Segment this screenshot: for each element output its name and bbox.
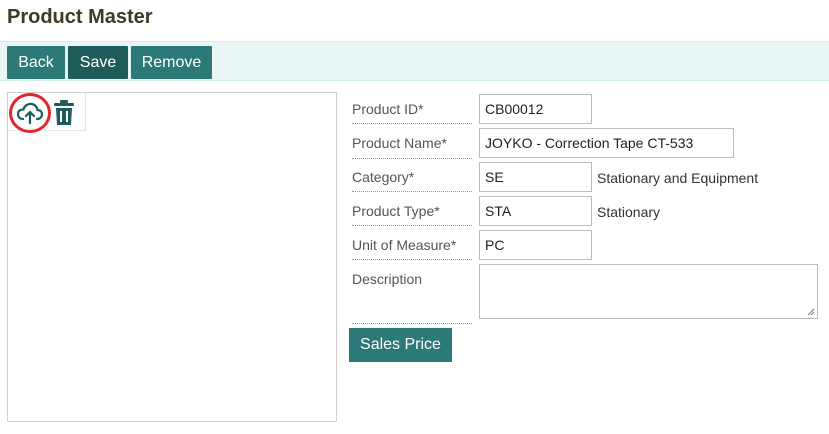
cloud-upload-icon[interactable] xyxy=(9,93,51,133)
resize-grip-icon[interactable] xyxy=(807,308,815,316)
remove-button[interactable]: Remove xyxy=(131,46,212,79)
product-id-input[interactable] xyxy=(479,94,592,124)
page-title: Product Master xyxy=(7,6,153,28)
unit-of-measure-input[interactable] xyxy=(479,230,592,260)
product-type-description: Stationary xyxy=(597,204,661,220)
sales-price-button[interactable]: Sales Price xyxy=(349,328,452,362)
category-input[interactable] xyxy=(479,162,592,192)
product-name-input[interactable] xyxy=(479,128,734,158)
product-image-panel xyxy=(7,92,337,422)
save-button[interactable]: Save xyxy=(68,46,128,79)
product-type-label: Product Type* xyxy=(352,203,472,226)
trash-icon[interactable] xyxy=(53,99,75,127)
image-actions xyxy=(8,93,86,133)
product-type-input[interactable] xyxy=(479,196,592,226)
category-label: Category* xyxy=(352,169,472,192)
unit-of-measure-label: Unit of Measure* xyxy=(352,237,472,260)
description-label: Description xyxy=(352,271,472,324)
product-name-label: Product Name* xyxy=(352,135,472,159)
category-description: Stationary and Equipment xyxy=(597,170,759,186)
toolbar: Back Save Remove xyxy=(0,41,829,81)
back-button[interactable]: Back xyxy=(7,46,65,79)
description-textarea[interactable] xyxy=(479,264,818,319)
product-id-label: Product ID* xyxy=(352,101,472,124)
